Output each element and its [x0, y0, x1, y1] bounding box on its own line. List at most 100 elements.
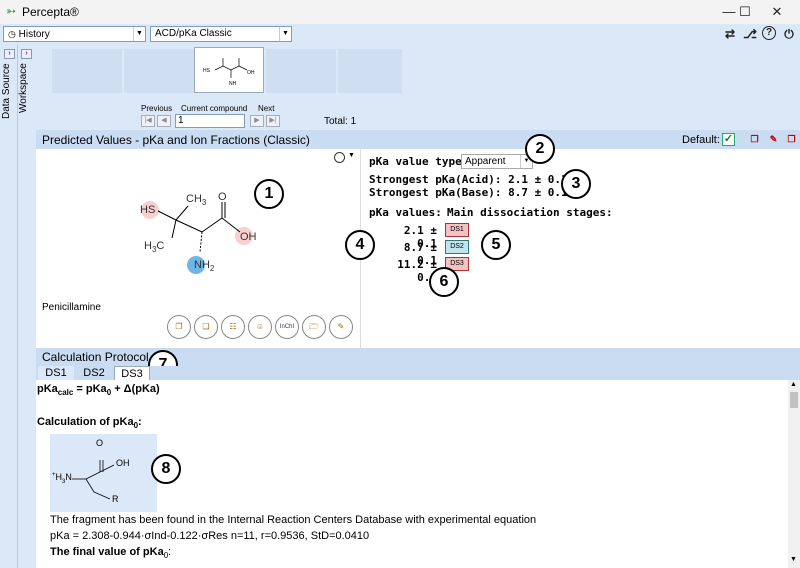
fragment-found-text: The fragment has been found in the Inter… — [50, 514, 537, 526]
protocol-tabs: DS1 DS2 DS3 — [36, 366, 800, 380]
stages-header: Main dissociation stages: — [447, 206, 613, 219]
close-button[interactable]: ✕ — [762, 0, 792, 24]
previous-label: Previous — [141, 104, 173, 113]
maximize-button[interactable]: ☐ — [730, 0, 760, 24]
thumbnail-slot — [124, 49, 194, 93]
final-pka0-label: The final value of pKa0: — [50, 546, 171, 560]
calc-text: Calculation of pKa — [37, 416, 134, 428]
atom-label-nh2: NH2 — [194, 259, 214, 273]
export-icon[interactable]: ❐ — [785, 132, 798, 146]
next-label: Next — [258, 104, 275, 113]
frag-label-r: R — [112, 494, 119, 504]
callout-1: 1 — [254, 179, 284, 209]
atom-label-hs: HS — [140, 204, 156, 216]
frag-label-oh: OH — [116, 458, 130, 468]
stage-ds1-badge[interactable]: DS1 — [445, 223, 469, 237]
total-count: Total: 1 — [324, 116, 357, 127]
inchi-icon[interactable]: InChI — [275, 315, 299, 339]
scroll-thumb[interactable] — [790, 392, 798, 408]
atom-sub: 2 — [209, 264, 215, 274]
history-dropdown[interactable]: ◷ History ▼ — [3, 26, 146, 42]
tree-icon[interactable]: ⎇ — [742, 26, 758, 42]
paste-structure-icon[interactable]: ❏ — [194, 315, 218, 339]
copy-icon[interactable]: ❐ — [748, 132, 761, 146]
scroll-up-icon[interactable]: ▲ — [790, 381, 797, 388]
compound-thumbnail[interactable]: HS OH NH — [194, 47, 264, 93]
compound-name: Penicillamine — [42, 302, 101, 313]
module-dropdown[interactable]: ACD/pKa Classic ▼ — [150, 26, 292, 42]
callout-2: 2 — [525, 134, 555, 164]
pka-type-select[interactable]: Apparent ▼ — [461, 154, 533, 169]
svg-text:OH: OH — [247, 70, 255, 76]
pencil-icon[interactable]: ✎ — [329, 315, 353, 339]
smiley-icon[interactable]: ☺ — [248, 315, 272, 339]
display-option-radio[interactable] — [334, 152, 345, 163]
eq-text: pKa — [37, 383, 58, 395]
atom-label-o: O — [218, 191, 227, 203]
thumbnail-slot — [266, 49, 336, 93]
eq-text: = pKa — [73, 383, 107, 395]
next-button[interactable]: ▶ — [250, 115, 264, 127]
first-button[interactable]: |◀ — [141, 115, 155, 127]
frag-label-h3n: +H3N — [52, 472, 72, 485]
compound-navigator: HS OH NH Previous Current compound Next … — [36, 45, 800, 130]
tab-ds3[interactable]: DS3 — [114, 366, 150, 380]
strongest-acid: Strongest pKa(Acid): 2.1 ± 0.1 — [369, 173, 568, 186]
svg-text:HS: HS — [203, 68, 211, 74]
atom-sub: 3 — [201, 198, 207, 208]
default-checkbox[interactable]: ✓ — [722, 133, 735, 146]
protocol-content: pKacalc = pKa0 + Δ(pKa) Calculation of p… — [36, 380, 788, 568]
copy-structure-icon[interactable]: ❐ — [167, 315, 191, 339]
atom-label-ch3: CH3 — [186, 193, 206, 207]
window-title: Percepta® — [22, 5, 79, 19]
open-folder-icon[interactable]: 🗁 — [302, 315, 326, 339]
current-compound-input[interactable]: 1 — [175, 114, 245, 128]
book-icon[interactable]: ☷ — [221, 315, 245, 339]
last-button[interactable]: ▶| — [266, 115, 280, 127]
pka-value-row: 11.2 ± 0.1 — [397, 258, 437, 284]
tab-ds1[interactable]: DS1 — [38, 366, 74, 380]
atom-text: CH — [186, 193, 202, 205]
thumbnail-slot — [338, 49, 402, 93]
atom-label-h3c: H3C — [144, 240, 164, 254]
eq-text: + Δ(pKa) — [111, 383, 160, 395]
sidebar-tab-label: Data Source — [1, 63, 12, 119]
power-icon[interactable]: ⏻ — [781, 26, 797, 42]
chevron-down-icon: ▼ — [133, 27, 145, 41]
help-icon[interactable]: ? — [762, 26, 776, 40]
experimental-equation: pKa = 2.308-0.944·σInd-0.122·σRes n=11, … — [50, 530, 370, 542]
callout-6: 6 — [429, 267, 459, 297]
sidebar-tab-workspace[interactable]: › Workspace — [18, 45, 35, 568]
title-bar: ➳ Percepta® — ☐ ✕ — [0, 0, 800, 24]
callout-3: 3 — [561, 169, 591, 199]
structure-panel: ▼ HS CH3 O OH H3C NH2 Penicillamine ❐ ❏ … — [36, 149, 361, 348]
expand-icon: › — [21, 49, 32, 59]
sidebar-tab-label: Workspace — [18, 63, 29, 113]
fragment-structure: O OH +H3N R — [50, 434, 157, 512]
eq-sub: calc — [57, 388, 74, 398]
chevron-down-icon: ▼ — [279, 27, 291, 41]
final-text: The final value of pKa — [50, 546, 164, 558]
scroll-down-icon[interactable]: ▼ — [790, 556, 797, 563]
stage-ds2-badge[interactable]: DS2 — [445, 240, 469, 254]
calc-text: : — [138, 416, 142, 428]
callout-4: 4 — [345, 230, 375, 260]
callout-5: 5 — [481, 230, 511, 260]
sidebar-tab-data-source[interactable]: › Data Source — [1, 45, 18, 568]
thumbnail-structure-icon: HS OH NH — [203, 58, 255, 87]
default-label: Default: — [682, 134, 720, 146]
module-label: ACD/pKa Classic — [155, 28, 232, 39]
tab-ds2[interactable]: DS2 — [76, 366, 112, 380]
pdf-icon[interactable]: ✎ — [767, 132, 780, 146]
atom-text: H — [144, 240, 152, 252]
pka-type-label: pKa value type: — [369, 155, 469, 168]
vertical-scrollbar[interactable]: ▲ ▼ — [788, 380, 800, 568]
previous-button[interactable]: ◀ — [157, 115, 171, 127]
thumbnail-slot — [52, 49, 122, 93]
atom-text: C — [156, 240, 165, 252]
sidebar: › Data Source › Workspace — [0, 45, 36, 568]
current-compound-label: Current compound — [181, 104, 248, 113]
swap-icon[interactable]: ⇄ — [722, 26, 738, 42]
chevron-down-icon[interactable]: ▼ — [348, 152, 355, 159]
pka-values-header: pKa values: — [369, 206, 442, 219]
